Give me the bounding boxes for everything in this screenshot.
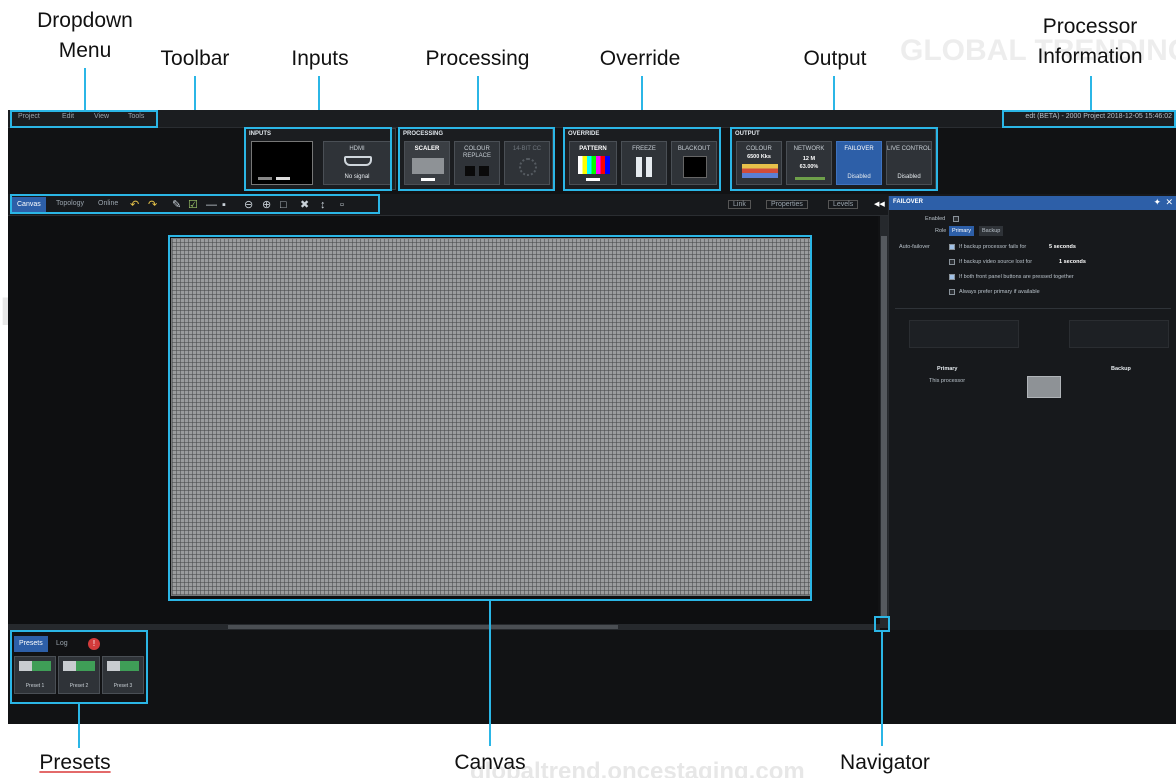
failover-panel: FAILOVER ✕ ✦ Enabled Role Primary Backup… <box>888 196 1176 630</box>
toggle-levels[interactable]: Levels <box>828 200 859 209</box>
opt4-checkbox[interactable] <box>949 289 955 295</box>
callout-inputs: Inputs <box>291 47 349 70</box>
callout-toolbar: Toolbar <box>160 47 230 70</box>
opt1-value[interactable]: 5 seconds <box>1049 244 1076 250</box>
connector-processor-info <box>1090 76 1092 112</box>
opt1-checkbox[interactable] <box>949 244 955 250</box>
callout-presets: Presets <box>39 751 111 774</box>
callout-output: Output <box>803 47 867 70</box>
highlight-output <box>730 127 938 191</box>
opt3-checkbox[interactable] <box>949 274 955 280</box>
panel-divider <box>895 308 1171 309</box>
callout-override: Override <box>599 47 681 70</box>
highlight-dropdown-menu <box>10 110 158 128</box>
highlight-processor-info <box>1002 110 1176 128</box>
connector-navigator <box>881 632 883 746</box>
highlight-processing <box>398 127 555 191</box>
panel-close-icon[interactable]: ✕ <box>1165 197 1173 208</box>
highlight-navigator <box>874 616 890 632</box>
connector-presets <box>78 704 80 748</box>
highlight-override <box>563 127 721 191</box>
backup-diagram <box>1069 320 1169 348</box>
opt2-checkbox[interactable] <box>949 259 955 265</box>
callout-processing: Processing <box>425 47 530 70</box>
column-backup: Backup <box>1111 366 1131 372</box>
enabled-label: Enabled <box>925 216 946 222</box>
horizontal-scroll-thumb[interactable] <box>228 625 618 629</box>
highlight-canvas <box>168 235 812 601</box>
callout-navigator: Navigator <box>840 751 930 774</box>
dropdown-menu-bar: Project Edit View Tools edt (BETA) - 200… <box>8 110 1176 128</box>
enabled-checkbox[interactable] <box>953 216 959 222</box>
panel-title: FAILOVER <box>893 199 924 205</box>
this-processor-label: This processor <box>929 378 966 384</box>
processor-unit-icon <box>1027 376 1061 398</box>
connector-canvas <box>489 601 491 746</box>
opt1-label: If backup processor fails for <box>959 244 1027 250</box>
role-backup-button[interactable]: Backup <box>979 226 1004 236</box>
opt4-label: Always prefer primary if available <box>959 289 1040 295</box>
opt2-value[interactable]: 1 seconds <box>1059 259 1086 265</box>
vertical-scroll-thumb[interactable] <box>881 236 887 616</box>
highlight-toolbar <box>10 194 380 214</box>
callout-canvas: Canvas <box>454 751 526 774</box>
highlight-presets <box>10 630 148 704</box>
toggle-properties[interactable]: Properties <box>766 200 808 209</box>
connector-dropdown <box>84 68 86 112</box>
opt2-label: If backup video source lost for <box>959 259 1033 265</box>
collapse-panel-icon[interactable]: ◀◀ <box>874 200 885 208</box>
callout-dropdown-menu: Dropdown Menu <box>37 9 133 62</box>
callout-processor-information: Processor Information <box>1037 15 1143 68</box>
highlight-inputs <box>244 127 392 191</box>
auto-failover-label: Auto-failover <box>899 244 930 250</box>
role-label: Role <box>935 228 947 234</box>
column-primary: Primary <box>937 366 958 372</box>
primary-diagram <box>909 320 1019 348</box>
panel-pin-icon[interactable]: ✦ <box>1153 197 1161 208</box>
opt3-label: If both front panel buttons are pressed … <box>959 274 1074 280</box>
role-primary-button[interactable]: Primary <box>949 226 974 236</box>
panel-header: FAILOVER ✕ ✦ <box>889 196 1176 210</box>
toggle-link[interactable]: Link <box>728 200 751 209</box>
presets-area: Presets Log ! Preset 1 Preset 2 Preset 3 <box>8 630 1176 724</box>
vertical-scrollbar[interactable] <box>880 216 888 628</box>
